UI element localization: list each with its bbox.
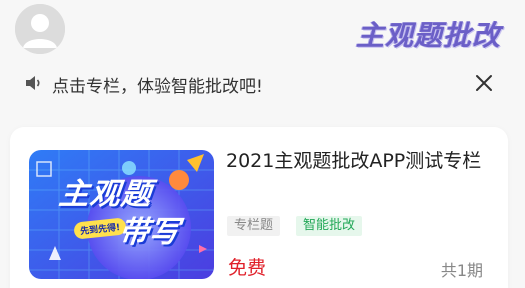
speaker-icon bbox=[26, 76, 40, 90]
tag-column-question: 专栏题 bbox=[227, 216, 281, 236]
column-title[interactable]: 2021主观题批改APP测试专栏 bbox=[226, 147, 496, 176]
price-label: 免费 bbox=[228, 257, 267, 279]
cover-title-line1: 主观题 bbox=[57, 177, 154, 212]
brand-title: 主观题批改 bbox=[355, 19, 501, 52]
column-card[interactable]: 主观题 先到先得! 带写 2021主观题批改APP测试专栏 专栏题 智能批改 免… bbox=[10, 127, 508, 288]
notice-bar[interactable]: 点击专栏，体验智能批改吧! bbox=[0, 66, 525, 100]
column-cover-image[interactable]: 主观题 先到先得! 带写 bbox=[29, 150, 214, 279]
close-icon[interactable] bbox=[474, 73, 494, 93]
page: 主观题批改 点击专栏，体验智能批改吧! 主观题 先到先得! 带写 2021主观题… bbox=[0, 0, 525, 288]
header: 主观题批改 bbox=[0, 0, 525, 62]
period-count: 共1期 bbox=[440, 261, 483, 280]
cover-title-line2: 带写 bbox=[117, 215, 181, 250]
notice-text: 点击专栏，体验智能批改吧! bbox=[52, 77, 263, 97]
tag-smart-grading: 智能批改 bbox=[296, 216, 363, 236]
user-avatar-icon[interactable] bbox=[15, 4, 65, 54]
